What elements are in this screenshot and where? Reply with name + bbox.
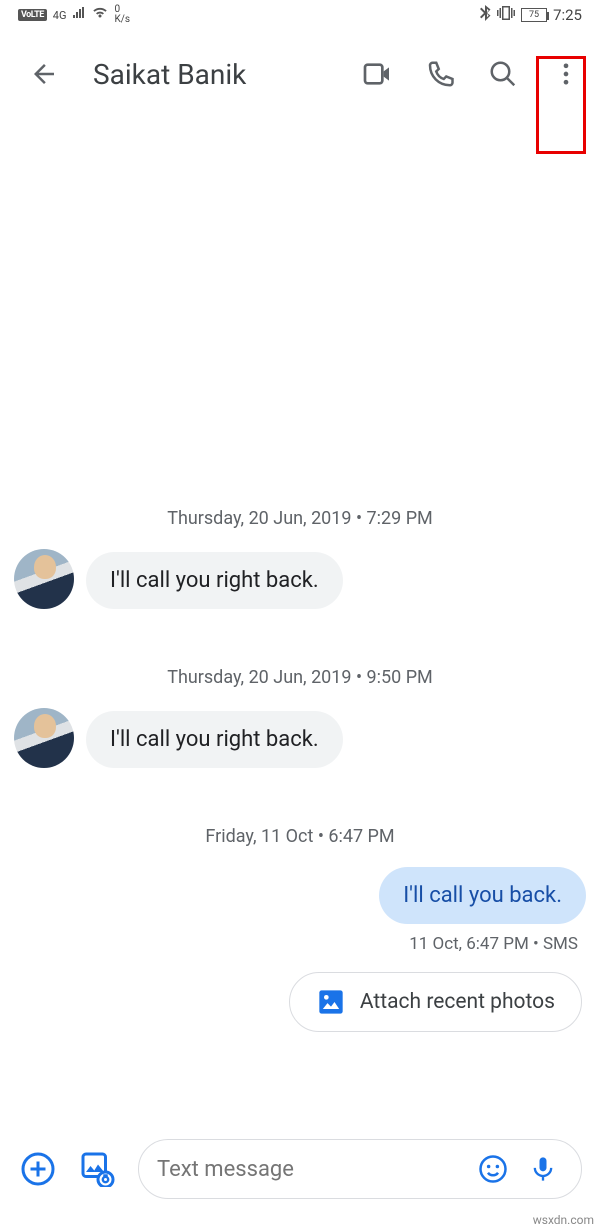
outgoing-bubble[interactable]: I'll call you back.: [379, 867, 586, 924]
timestamp-1: Thursday, 20 Jun, 2019 • 7:29 PM: [14, 508, 586, 529]
signal-icon: [72, 7, 86, 23]
photo-icon: [316, 987, 346, 1017]
gallery-button[interactable]: [78, 1149, 118, 1189]
timestamp-2: Thursday, 20 Jun, 2019 • 9:50 PM: [14, 667, 586, 688]
avatar[interactable]: [14, 549, 74, 609]
wifi-icon: [92, 7, 108, 23]
back-button[interactable]: [20, 50, 68, 98]
status-bar: VoLTE 4G 0 K/s 75 7:25: [0, 0, 600, 30]
timestamp-3: Friday, 11 Oct • 6:47 PM: [14, 826, 586, 847]
video-call-button[interactable]: [353, 50, 401, 98]
app-bar: Saikat Banik: [0, 30, 600, 118]
search-button[interactable]: [479, 50, 527, 98]
attach-photos-chip[interactable]: Attach recent photos: [289, 972, 582, 1032]
network-gen: 4G: [53, 9, 67, 22]
watermark: wsxdn.com: [533, 1213, 594, 1227]
status-right: 75 7:25: [480, 5, 582, 25]
add-button[interactable]: [18, 1149, 58, 1189]
status-left: VoLTE 4G 0 K/s: [18, 5, 130, 25]
avatar[interactable]: [14, 708, 74, 768]
incoming-bubble[interactable]: I'll call you right back.: [86, 711, 343, 768]
conversation-content: Thursday, 20 Jun, 2019 • 7:29 PM I'll ca…: [0, 118, 600, 1032]
incoming-message-row: I'll call you right back.: [14, 549, 586, 609]
sent-meta: 11 Oct, 6:47 PM • SMS: [14, 934, 578, 954]
network-speed: 0 K/s: [114, 5, 130, 25]
message-input-container[interactable]: [138, 1139, 582, 1199]
outgoing-message-row: I'll call you back.: [14, 867, 586, 924]
voice-call-button[interactable]: [416, 50, 464, 98]
contact-name[interactable]: Saikat Banik: [93, 58, 338, 91]
mic-button[interactable]: [523, 1149, 563, 1189]
vibrate-icon: [497, 6, 515, 24]
incoming-bubble[interactable]: I'll call you right back.: [86, 552, 343, 609]
attach-chip-label: Attach recent photos: [360, 990, 555, 1014]
compose-bar: [0, 1139, 600, 1199]
clock: 7:25: [553, 6, 582, 24]
volte-badge: VoLTE: [18, 9, 47, 21]
battery-icon: 75: [521, 8, 547, 22]
bluetooth-icon: [480, 5, 491, 25]
message-input[interactable]: [157, 1157, 463, 1182]
emoji-button[interactable]: [473, 1149, 513, 1189]
more-options-button[interactable]: [542, 50, 590, 98]
incoming-message-row: I'll call you right back.: [14, 708, 586, 768]
